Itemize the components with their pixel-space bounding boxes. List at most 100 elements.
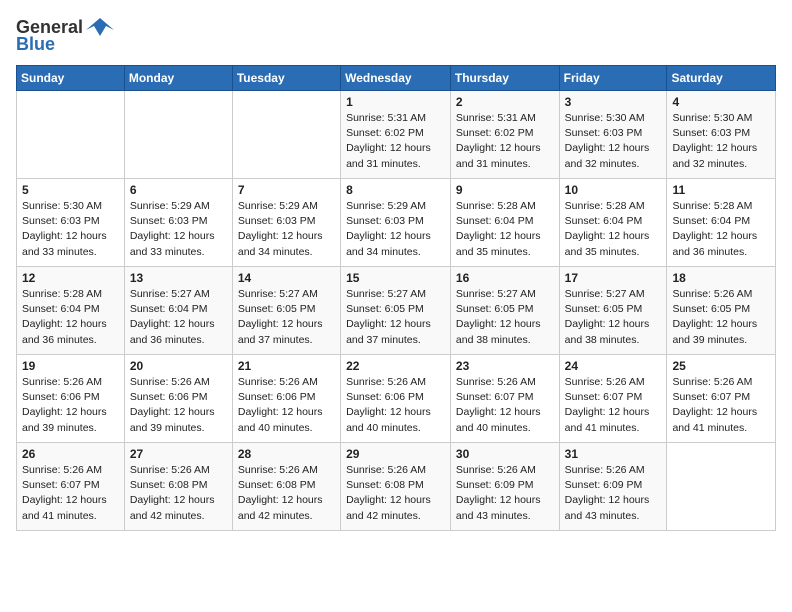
calendar-cell: 8 Sunrise: 5:29 AMSunset: 6:03 PMDaylight… xyxy=(341,179,451,267)
page-header: General Blue xyxy=(16,16,776,55)
day-info: Sunrise: 5:29 AMSunset: 6:03 PMDaylight:… xyxy=(130,199,227,260)
day-info: Sunrise: 5:27 AMSunset: 6:05 PMDaylight:… xyxy=(456,287,554,348)
calendar-cell xyxy=(17,91,125,179)
day-info: Sunrise: 5:29 AMSunset: 6:03 PMDaylight:… xyxy=(238,199,335,260)
day-number: 20 xyxy=(130,359,227,373)
day-info: Sunrise: 5:27 AMSunset: 6:05 PMDaylight:… xyxy=(565,287,662,348)
day-number: 8 xyxy=(346,183,445,197)
calendar-header-row: SundayMondayTuesdayWednesdayThursdayFrid… xyxy=(17,66,776,91)
day-number: 12 xyxy=(22,271,119,285)
calendar-cell: 31 Sunrise: 5:26 AMSunset: 6:09 PMDayligh… xyxy=(559,443,667,531)
calendar-week-2: 5 Sunrise: 5:30 AMSunset: 6:03 PMDaylight… xyxy=(17,179,776,267)
day-number: 2 xyxy=(456,95,554,109)
day-number: 30 xyxy=(456,447,554,461)
day-number: 18 xyxy=(672,271,770,285)
calendar-cell: 15 Sunrise: 5:27 AMSunset: 6:05 PMDayligh… xyxy=(341,267,451,355)
weekday-header-wednesday: Wednesday xyxy=(341,66,451,91)
calendar-cell: 17Sunrise: 5:27 AMSunset: 6:05 PMDayligh… xyxy=(559,267,667,355)
day-number: 10 xyxy=(565,183,662,197)
calendar-cell: 27 Sunrise: 5:26 AMSunset: 6:08 PMDayligh… xyxy=(124,443,232,531)
calendar-cell: 14 Sunrise: 5:27 AMSunset: 6:05 PMDayligh… xyxy=(232,267,340,355)
logo: General Blue xyxy=(16,16,114,55)
day-info: Sunrise: 5:31 AMSunset: 6:02 PMDaylight:… xyxy=(456,111,554,172)
day-number: 26 xyxy=(22,447,119,461)
day-info: Sunrise: 5:30 AMSunset: 6:03 PMDaylight:… xyxy=(565,111,662,172)
day-info: Sunrise: 5:27 AMSunset: 6:05 PMDaylight:… xyxy=(346,287,445,348)
day-number: 4 xyxy=(672,95,770,109)
calendar-cell: 21 Sunrise: 5:26 AMSunset: 6:06 PMDayligh… xyxy=(232,355,340,443)
day-number: 27 xyxy=(130,447,227,461)
weekday-header-thursday: Thursday xyxy=(450,66,559,91)
calendar-cell: 1 Sunrise: 5:31 AMSunset: 6:02 PMDaylight… xyxy=(341,91,451,179)
day-number: 11 xyxy=(672,183,770,197)
day-info: Sunrise: 5:26 AMSunset: 6:09 PMDaylight:… xyxy=(456,463,554,524)
day-info: Sunrise: 5:30 AMSunset: 6:03 PMDaylight:… xyxy=(22,199,119,260)
day-number: 7 xyxy=(238,183,335,197)
calendar-cell: 29 Sunrise: 5:26 AMSunset: 6:08 PMDayligh… xyxy=(341,443,451,531)
calendar-cell: 3Sunrise: 5:30 AMSunset: 6:03 PMDaylight… xyxy=(559,91,667,179)
day-info: Sunrise: 5:26 AMSunset: 6:08 PMDaylight:… xyxy=(238,463,335,524)
day-number: 14 xyxy=(238,271,335,285)
day-number: 15 xyxy=(346,271,445,285)
day-number: 1 xyxy=(346,95,445,109)
calendar-cell: 4 Sunrise: 5:30 AMSunset: 6:03 PMDaylight… xyxy=(667,91,776,179)
calendar-cell: 18 Sunrise: 5:26 AMSunset: 6:05 PMDayligh… xyxy=(667,267,776,355)
calendar-cell: 11 Sunrise: 5:28 AMSunset: 6:04 PMDayligh… xyxy=(667,179,776,267)
calendar-cell: 9Sunrise: 5:28 AMSunset: 6:04 PMDaylight… xyxy=(450,179,559,267)
calendar-cell: 23Sunrise: 5:26 AMSunset: 6:07 PMDayligh… xyxy=(450,355,559,443)
calendar-cell: 13 Sunrise: 5:27 AMSunset: 6:04 PMDayligh… xyxy=(124,267,232,355)
logo-blue-text: Blue xyxy=(16,34,55,55)
calendar-cell xyxy=(667,443,776,531)
day-info: Sunrise: 5:26 AMSunset: 6:07 PMDaylight:… xyxy=(672,375,770,436)
day-info: Sunrise: 5:26 AMSunset: 6:08 PMDaylight:… xyxy=(130,463,227,524)
day-number: 23 xyxy=(456,359,554,373)
day-number: 22 xyxy=(346,359,445,373)
day-info: Sunrise: 5:26 AMSunset: 6:05 PMDaylight:… xyxy=(672,287,770,348)
day-info: Sunrise: 5:30 AMSunset: 6:03 PMDaylight:… xyxy=(672,111,770,172)
day-number: 31 xyxy=(565,447,662,461)
day-info: Sunrise: 5:28 AMSunset: 6:04 PMDaylight:… xyxy=(22,287,119,348)
day-info: Sunrise: 5:26 AMSunset: 6:08 PMDaylight:… xyxy=(346,463,445,524)
day-info: Sunrise: 5:27 AMSunset: 6:04 PMDaylight:… xyxy=(130,287,227,348)
day-number: 5 xyxy=(22,183,119,197)
calendar-cell: 5 Sunrise: 5:30 AMSunset: 6:03 PMDaylight… xyxy=(17,179,125,267)
day-number: 13 xyxy=(130,271,227,285)
day-number: 9 xyxy=(456,183,554,197)
calendar-cell xyxy=(124,91,232,179)
weekday-header-friday: Friday xyxy=(559,66,667,91)
day-info: Sunrise: 5:27 AMSunset: 6:05 PMDaylight:… xyxy=(238,287,335,348)
calendar-week-3: 12 Sunrise: 5:28 AMSunset: 6:04 PMDayligh… xyxy=(17,267,776,355)
day-info: Sunrise: 5:31 AMSunset: 6:02 PMDaylight:… xyxy=(346,111,445,172)
calendar-cell: 6Sunrise: 5:29 AMSunset: 6:03 PMDaylight… xyxy=(124,179,232,267)
logo-bird-icon xyxy=(86,16,114,38)
day-number: 28 xyxy=(238,447,335,461)
calendar-cell: 22Sunrise: 5:26 AMSunset: 6:06 PMDayligh… xyxy=(341,355,451,443)
day-number: 25 xyxy=(672,359,770,373)
calendar-cell: 12 Sunrise: 5:28 AMSunset: 6:04 PMDayligh… xyxy=(17,267,125,355)
day-info: Sunrise: 5:26 AMSunset: 6:07 PMDaylight:… xyxy=(22,463,119,524)
weekday-header-saturday: Saturday xyxy=(667,66,776,91)
day-info: Sunrise: 5:26 AMSunset: 6:09 PMDaylight:… xyxy=(565,463,662,524)
calendar-cell: 24Sunrise: 5:26 AMSunset: 6:07 PMDayligh… xyxy=(559,355,667,443)
calendar-cell xyxy=(232,91,340,179)
calendar-cell: 26 Sunrise: 5:26 AMSunset: 6:07 PMDayligh… xyxy=(17,443,125,531)
day-info: Sunrise: 5:29 AMSunset: 6:03 PMDaylight:… xyxy=(346,199,445,260)
calendar-week-4: 19Sunrise: 5:26 AMSunset: 6:06 PMDayligh… xyxy=(17,355,776,443)
calendar-cell: 25 Sunrise: 5:26 AMSunset: 6:07 PMDayligh… xyxy=(667,355,776,443)
weekday-header-tuesday: Tuesday xyxy=(232,66,340,91)
day-number: 29 xyxy=(346,447,445,461)
day-number: 21 xyxy=(238,359,335,373)
weekday-header-monday: Monday xyxy=(124,66,232,91)
day-info: Sunrise: 5:26 AMSunset: 6:06 PMDaylight:… xyxy=(130,375,227,436)
day-info: Sunrise: 5:26 AMSunset: 6:06 PMDaylight:… xyxy=(238,375,335,436)
day-number: 16 xyxy=(456,271,554,285)
calendar-cell: 19Sunrise: 5:26 AMSunset: 6:06 PMDayligh… xyxy=(17,355,125,443)
day-info: Sunrise: 5:28 AMSunset: 6:04 PMDaylight:… xyxy=(672,199,770,260)
calendar-cell: 7 Sunrise: 5:29 AMSunset: 6:03 PMDaylight… xyxy=(232,179,340,267)
calendar-cell: 2 Sunrise: 5:31 AMSunset: 6:02 PMDaylight… xyxy=(450,91,559,179)
calendar-cell: 28 Sunrise: 5:26 AMSunset: 6:08 PMDayligh… xyxy=(232,443,340,531)
calendar-week-1: 1 Sunrise: 5:31 AMSunset: 6:02 PMDaylight… xyxy=(17,91,776,179)
calendar-week-5: 26 Sunrise: 5:26 AMSunset: 6:07 PMDayligh… xyxy=(17,443,776,531)
weekday-header-sunday: Sunday xyxy=(17,66,125,91)
calendar-cell: 20 Sunrise: 5:26 AMSunset: 6:06 PMDayligh… xyxy=(124,355,232,443)
